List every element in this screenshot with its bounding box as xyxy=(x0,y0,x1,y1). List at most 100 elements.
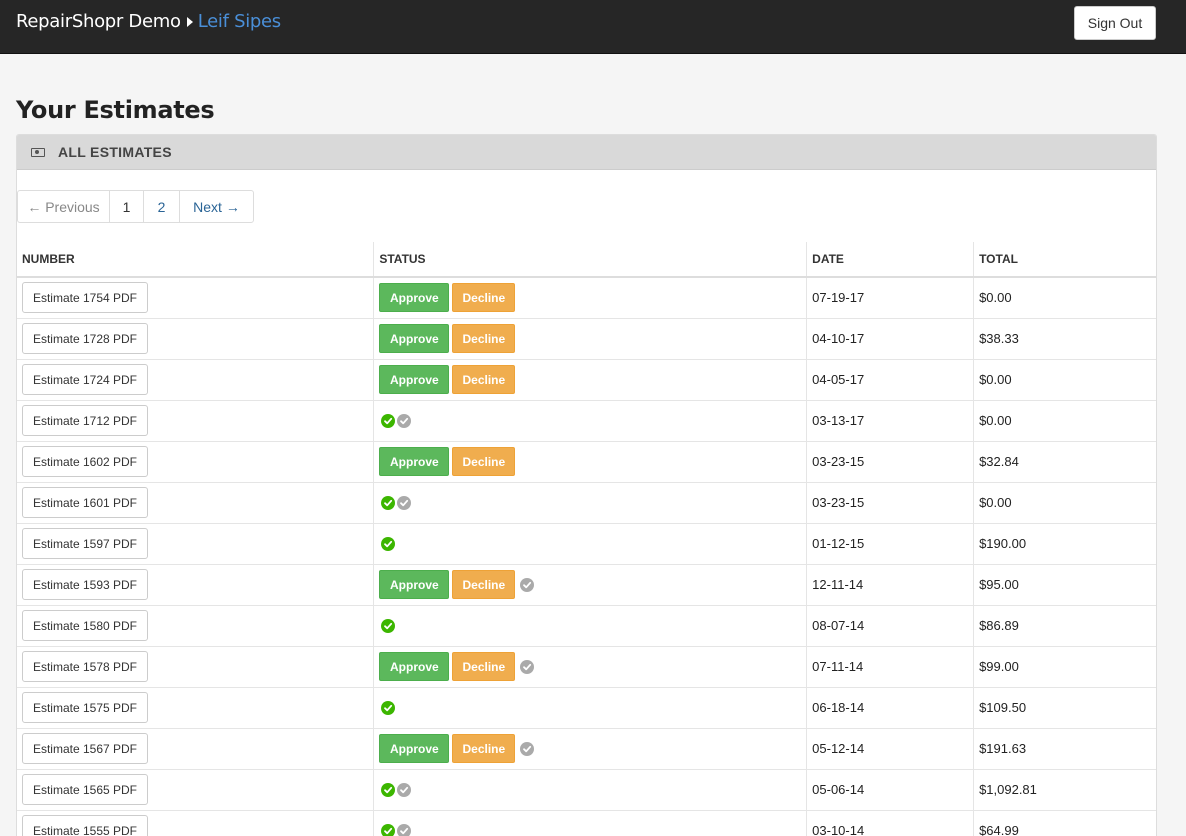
decline-button[interactable]: Decline xyxy=(452,324,516,353)
pagination-previous[interactable]: ← Previous xyxy=(18,191,110,222)
sent-check-icon xyxy=(397,413,412,428)
approve-button[interactable]: Approve xyxy=(379,365,450,394)
cell-number: Estimate 1728 PDF xyxy=(17,318,375,360)
pagination-page-2[interactable]: 2 xyxy=(144,191,180,222)
decline-button[interactable]: Decline xyxy=(452,652,516,681)
estimate-pdf-button[interactable]: Estimate 1578 PDF xyxy=(22,651,148,682)
approved-check-icon xyxy=(381,618,396,633)
pagination-page-1[interactable]: 1 xyxy=(110,191,144,222)
sent-check-icon xyxy=(397,495,412,510)
approve-button[interactable]: Approve xyxy=(379,324,450,353)
cell-total: $109.50 xyxy=(973,687,1156,729)
pagination-next[interactable]: Next → xyxy=(180,191,253,222)
table-row: Estimate 1578 PDF Approve Decline 07-11-14 $… xyxy=(17,646,1156,688)
table-row: Estimate 1575 PDF 06-18-14 $109.50 xyxy=(17,687,1156,729)
cell-date: 03-10-14 xyxy=(806,810,975,836)
estimate-pdf-button[interactable]: Estimate 1728 PDF xyxy=(22,323,148,354)
cell-date: 07-11-14 xyxy=(806,646,975,688)
panel-title: ALL ESTIMATES xyxy=(58,144,172,160)
estimates-panel: ALL ESTIMATES ← Previous 1 2 Next → NUMB… xyxy=(16,134,1157,836)
cell-number: Estimate 1754 PDF xyxy=(17,277,375,319)
status-actions: Approve Decline xyxy=(379,324,806,353)
status-actions xyxy=(379,700,806,715)
estimate-pdf-button[interactable]: Estimate 1754 PDF xyxy=(22,282,148,314)
estimate-pdf-button[interactable]: Estimate 1555 PDF xyxy=(22,815,148,836)
cell-date: 03-23-15 xyxy=(806,441,975,483)
caret-right-icon xyxy=(186,16,193,27)
cell-number: Estimate 1593 PDF xyxy=(17,564,375,606)
approved-check-icon xyxy=(381,700,396,715)
cell-status: Approve Decline xyxy=(373,318,808,360)
estimate-pdf-button[interactable]: Estimate 1712 PDF xyxy=(22,405,148,436)
decline-button[interactable]: Decline xyxy=(452,570,516,599)
brand: RepairShopr Demo Leif Sipes xyxy=(16,11,281,32)
money-icon xyxy=(31,147,45,157)
decline-button[interactable]: Decline xyxy=(452,447,516,476)
status-actions xyxy=(379,413,806,428)
header-number: NUMBER xyxy=(17,242,375,278)
cell-date: 05-06-14 xyxy=(806,769,975,811)
cell-number: Estimate 1567 PDF xyxy=(17,728,375,770)
estimate-pdf-button[interactable]: Estimate 1575 PDF xyxy=(22,692,148,723)
brand-name[interactable]: RepairShopr Demo xyxy=(16,11,181,32)
approved-check-icon xyxy=(381,495,396,510)
cell-date: 12-11-14 xyxy=(806,564,975,606)
sign-out-button[interactable]: Sign Out xyxy=(1074,6,1156,40)
estimate-pdf-button[interactable]: Estimate 1597 PDF xyxy=(22,528,148,559)
cell-total: $0.00 xyxy=(973,359,1156,401)
approved-check-icon xyxy=(381,782,396,797)
status-actions xyxy=(379,782,806,797)
cell-total: $38.33 xyxy=(973,318,1156,360)
panel-heading: ALL ESTIMATES xyxy=(17,135,1156,170)
estimate-pdf-button[interactable]: Estimate 1565 PDF xyxy=(22,774,148,805)
cell-number: Estimate 1601 PDF xyxy=(17,482,375,524)
page-title: Your Estimates xyxy=(16,96,215,124)
cell-number: Estimate 1578 PDF xyxy=(17,646,375,688)
cell-total: $0.00 xyxy=(973,277,1156,319)
status-actions: Approve Decline xyxy=(379,365,806,394)
cell-number: Estimate 1712 PDF xyxy=(17,400,375,442)
estimate-pdf-button[interactable]: Estimate 1567 PDF xyxy=(22,733,148,764)
cell-status xyxy=(373,687,808,729)
status-actions: Approve Decline xyxy=(379,734,806,763)
cell-total: $190.00 xyxy=(973,523,1156,565)
estimate-pdf-button[interactable]: Estimate 1601 PDF xyxy=(22,487,148,518)
cell-status xyxy=(373,769,808,811)
table-row: Estimate 1567 PDF Approve Decline 05-12-14 $… xyxy=(17,728,1156,770)
sent-check-icon xyxy=(520,659,535,674)
decline-button[interactable]: Decline xyxy=(452,365,516,394)
pagination: ← Previous 1 2 Next → xyxy=(17,190,254,223)
cell-total: $95.00 xyxy=(973,564,1156,606)
approve-button[interactable]: Approve xyxy=(379,447,450,476)
cell-status: Approve Decline xyxy=(373,728,808,770)
approve-button[interactable]: Approve xyxy=(379,283,450,313)
table-row: Estimate 1724 PDF Approve Decline 04-05-17 $… xyxy=(17,359,1156,401)
estimate-pdf-button[interactable]: Estimate 1724 PDF xyxy=(22,364,148,395)
table-row: Estimate 1580 PDF 08-07-14 $86.89 xyxy=(17,605,1156,647)
table-row: Estimate 1754 PDF Approve Decline 07-19-17 $… xyxy=(17,277,1156,319)
cell-date: 05-12-14 xyxy=(806,728,975,770)
approve-button[interactable]: Approve xyxy=(379,734,450,763)
estimate-pdf-button[interactable]: Estimate 1593 PDF xyxy=(22,569,148,600)
approve-button[interactable]: Approve xyxy=(379,652,450,681)
estimate-pdf-button[interactable]: Estimate 1580 PDF xyxy=(22,610,148,641)
table-row: Estimate 1593 PDF Approve Decline 12-11-14 $… xyxy=(17,564,1156,606)
cell-total: $86.89 xyxy=(973,605,1156,647)
decline-button[interactable]: Decline xyxy=(452,734,516,763)
status-actions: Approve Decline xyxy=(379,283,806,313)
cell-number: Estimate 1565 PDF xyxy=(17,769,375,811)
table-header-row: NUMBER STATUS DATE TOTAL xyxy=(17,242,1156,278)
decline-button[interactable]: Decline xyxy=(452,283,516,313)
sent-check-icon xyxy=(520,741,535,756)
cell-status xyxy=(373,482,808,524)
cell-number: Estimate 1597 PDF xyxy=(17,523,375,565)
status-actions xyxy=(379,618,806,633)
estimate-pdf-button[interactable]: Estimate 1602 PDF xyxy=(22,446,148,477)
sent-check-icon xyxy=(520,577,535,592)
approved-check-icon xyxy=(381,413,396,428)
approve-button[interactable]: Approve xyxy=(379,570,450,599)
top-navbar: RepairShopr Demo Leif Sipes Sign Out xyxy=(0,0,1186,54)
cell-number: Estimate 1575 PDF xyxy=(17,687,375,729)
user-name-link[interactable]: Leif Sipes xyxy=(198,11,281,32)
cell-date: 04-05-17 xyxy=(806,359,975,401)
